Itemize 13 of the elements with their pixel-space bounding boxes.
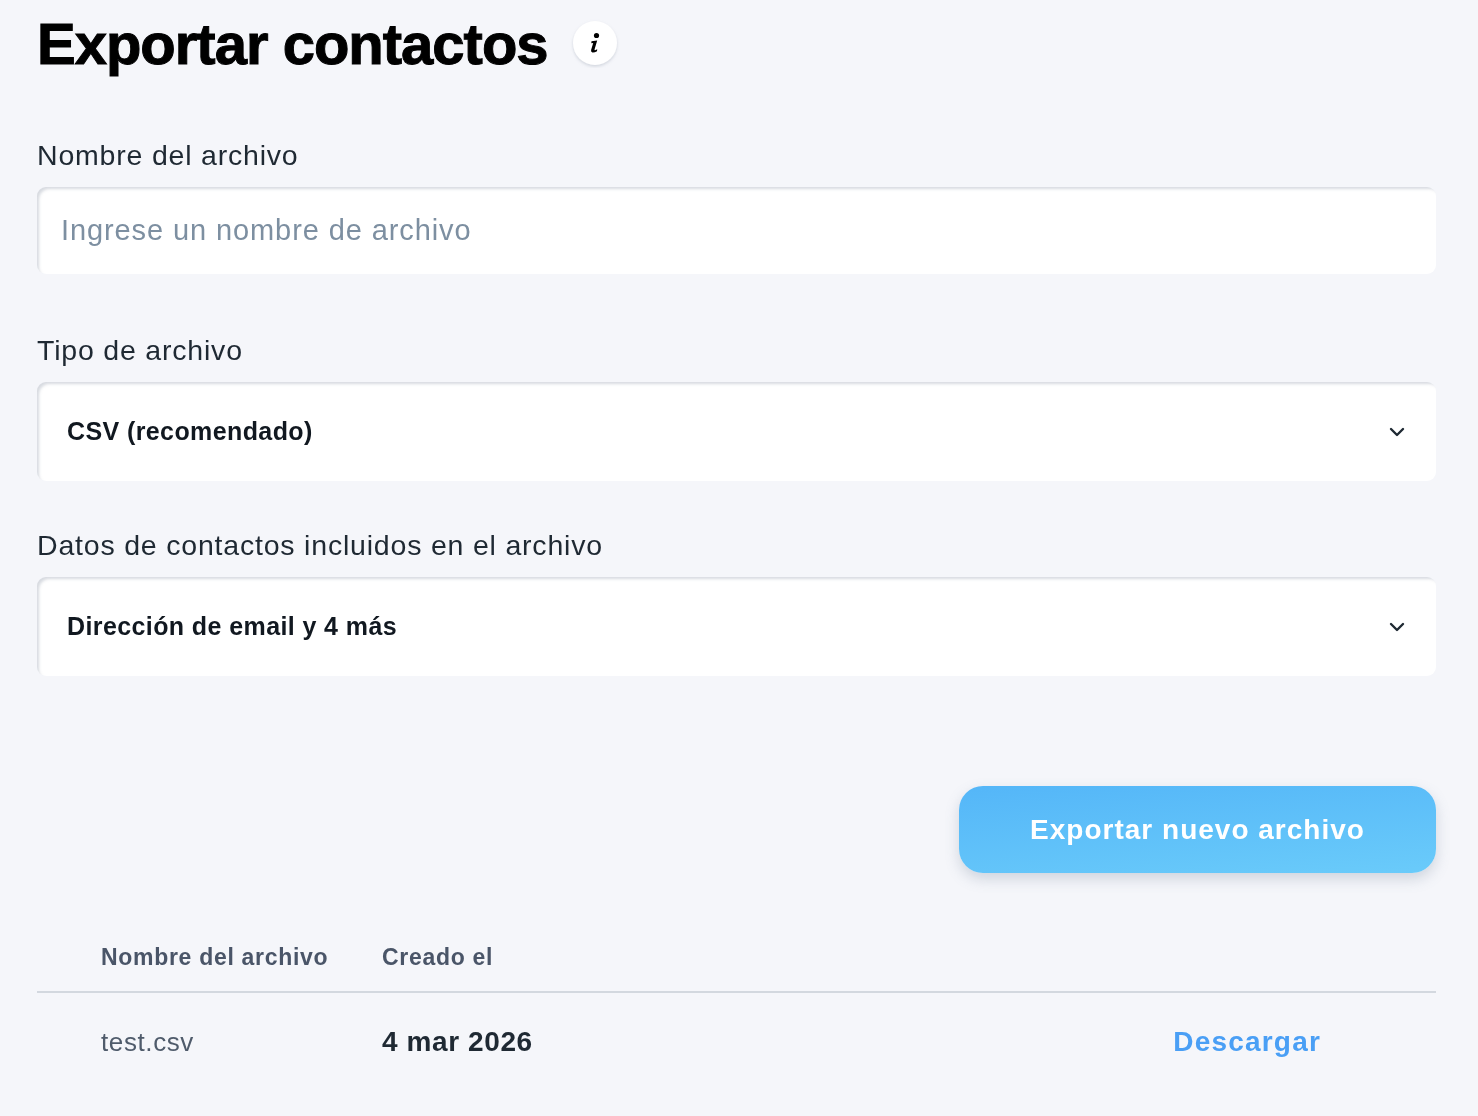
page-title: Exportar contactos bbox=[37, 11, 548, 77]
field-label: Nombre del archivo bbox=[37, 138, 299, 172]
chevron-down-icon bbox=[1389, 621, 1405, 632]
dropdown-select[interactable]: Dirección de email y 4 más bbox=[37, 577, 1436, 676]
column-header: Nombre del archivo bbox=[101, 943, 329, 972]
dropdown-select[interactable]: CSV (recomendado) bbox=[37, 382, 1436, 481]
column-header: Creado el bbox=[382, 943, 494, 972]
table-cell-text: test.csv bbox=[101, 1026, 194, 1059]
filename-input[interactable]: Ingrese un nombre de archivo bbox=[37, 187, 1436, 274]
field-label: Datos de contactos incluidos en el archivo bbox=[37, 528, 603, 562]
field-label: Tipo de archivo bbox=[37, 333, 243, 367]
table-cell: 4 mar 2026 bbox=[382, 1025, 533, 1059]
chevron-down-icon bbox=[1389, 426, 1405, 437]
